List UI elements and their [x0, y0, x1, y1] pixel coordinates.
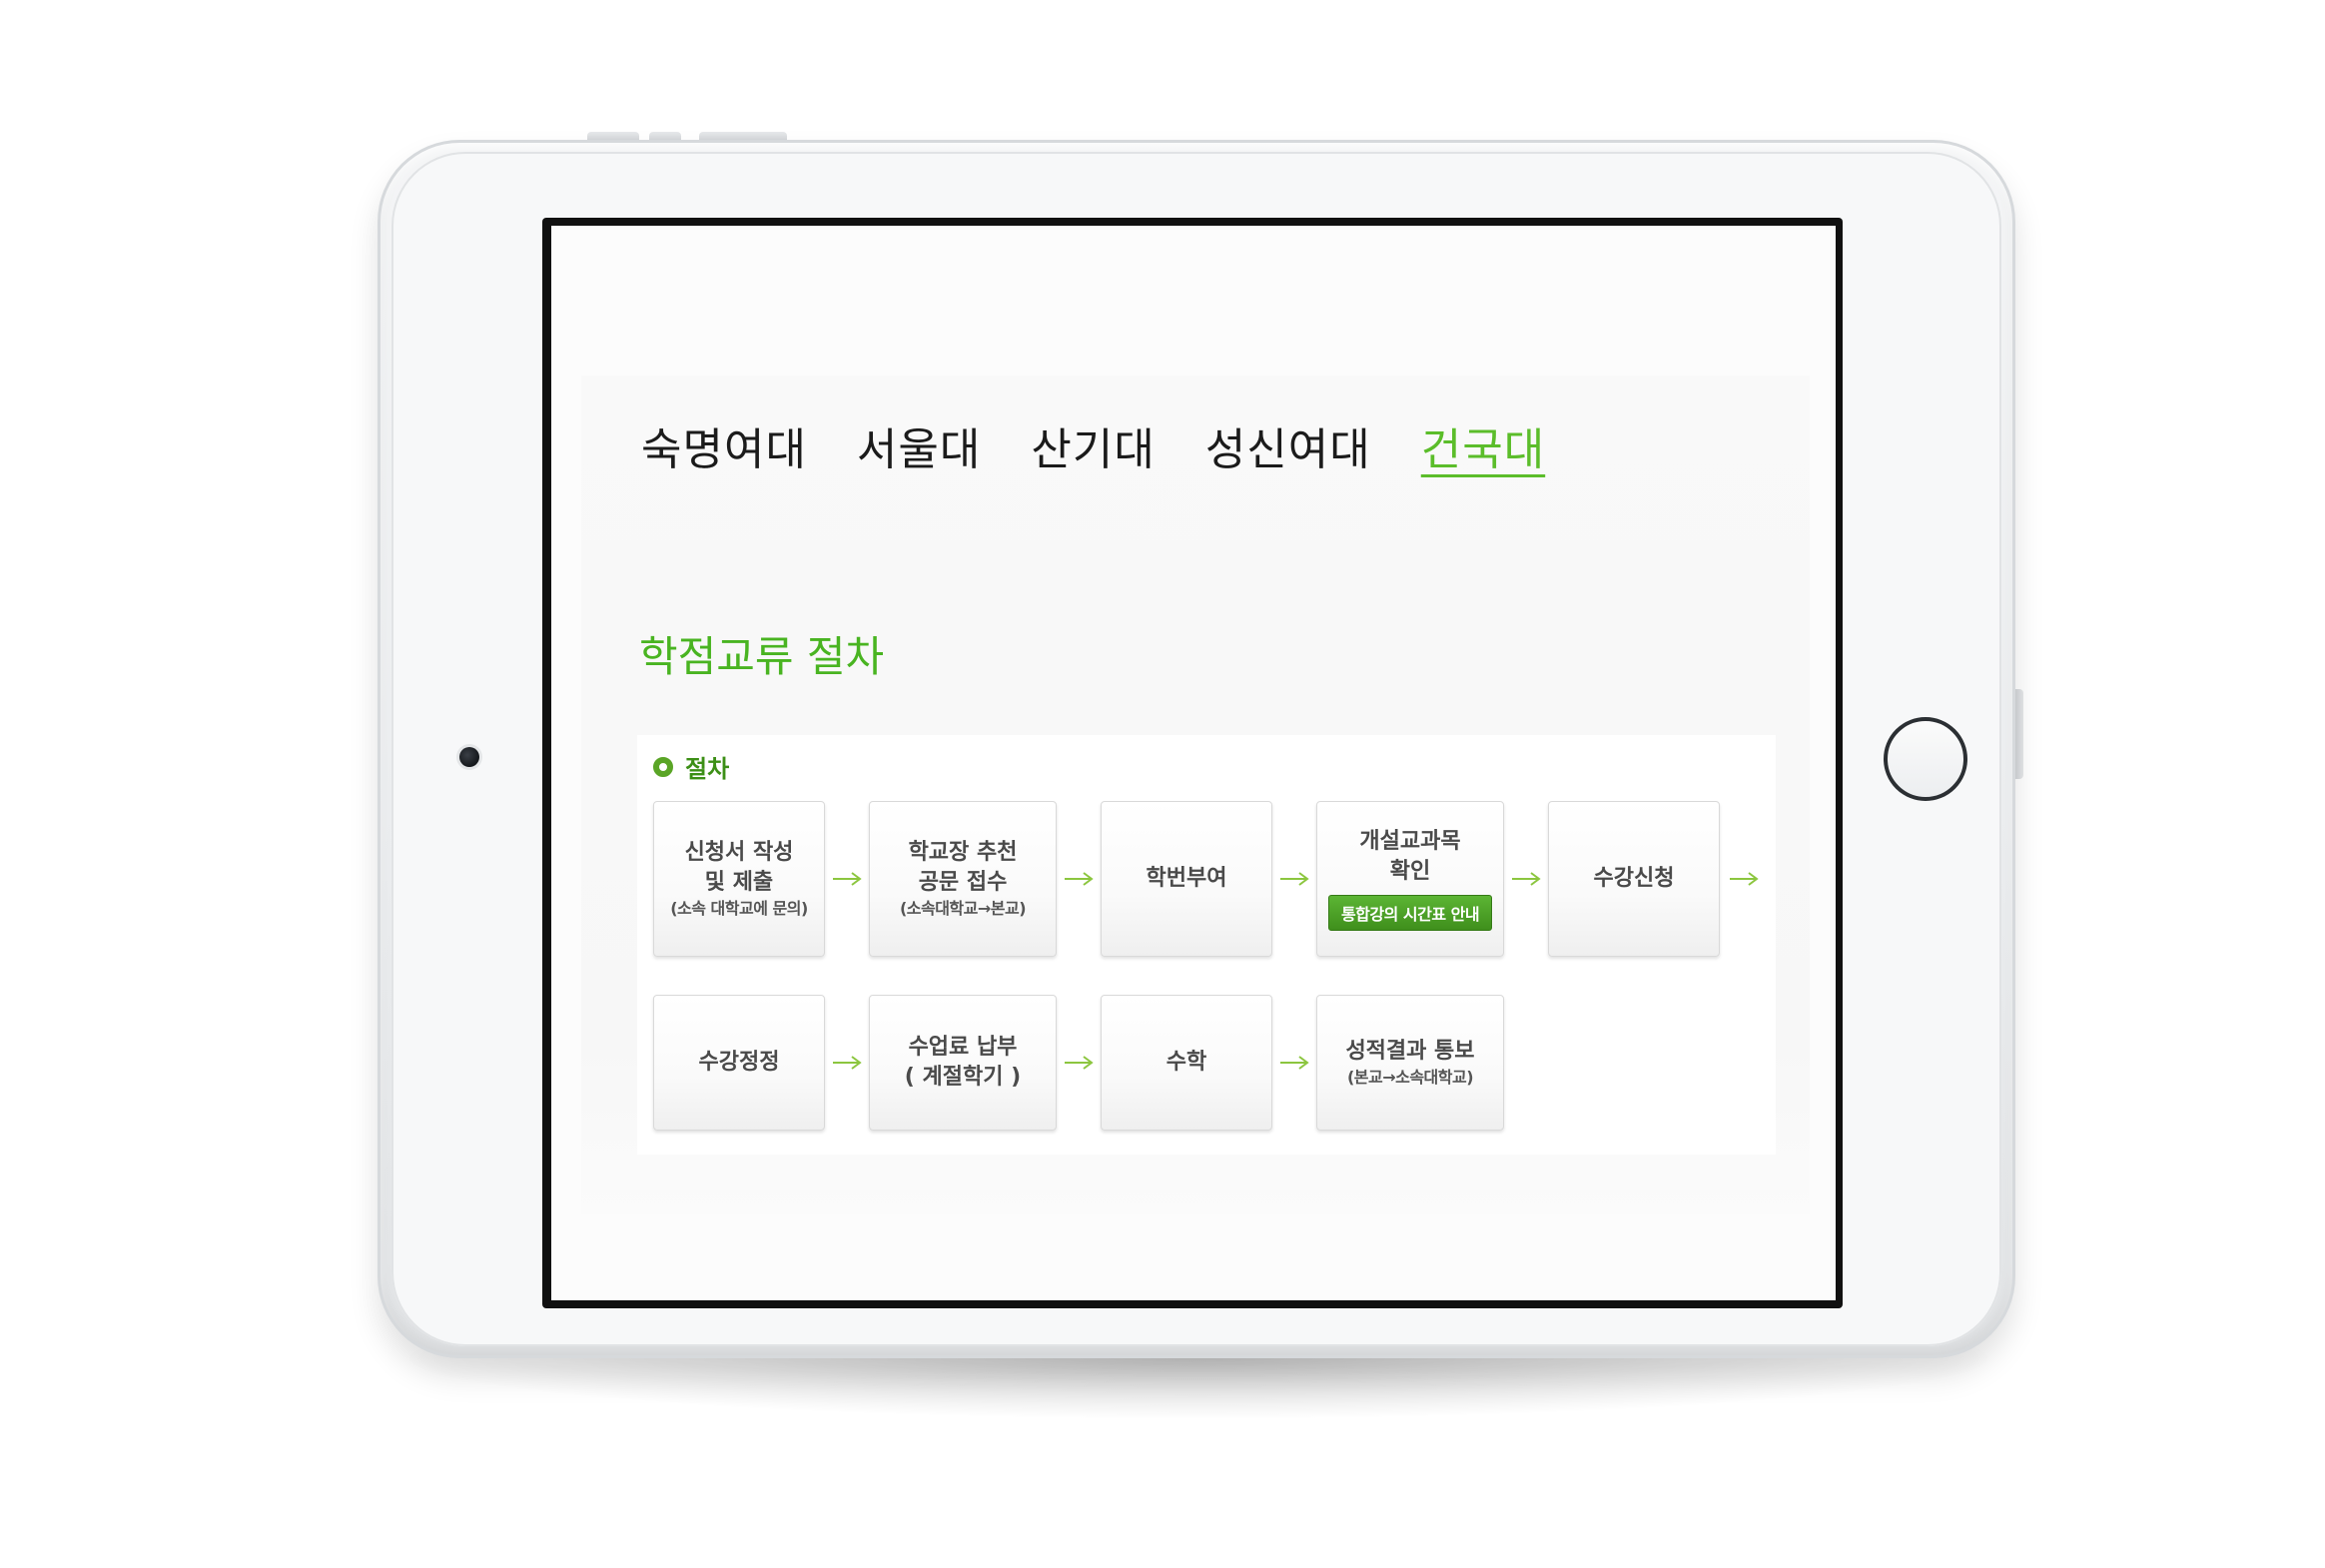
university-tabs: 숙명여대 서울대 산기대 성신여대 건국대: [641, 413, 1545, 477]
step-label: ( 계절학기 ): [904, 1065, 1022, 1090]
step-label: 수강정정: [698, 1050, 780, 1075]
step-label: 수학: [1165, 1050, 1207, 1075]
arrow-right-icon: [833, 872, 863, 886]
step-registration: 수강신청: [1548, 801, 1720, 957]
step-registration-change: 수강정정: [653, 995, 825, 1131]
stage: 숙명여대 서울대 산기대 성신여대 건국대 학점교류 절차 절차 신청서 작성 …: [0, 0, 2325, 1568]
home-button[interactable]: [1884, 717, 1967, 801]
step-student-id: 학번부여: [1101, 801, 1272, 957]
arrow-right-icon: [1730, 872, 1760, 886]
arrow-right-icon: [1065, 872, 1095, 886]
step-label: 수업료 납부: [908, 1035, 1018, 1060]
arrow-right-icon: [1280, 1056, 1310, 1070]
timetable-guide-button[interactable]: 통합강의 시간표 안내: [1327, 895, 1493, 931]
step-label: 확인: [1389, 859, 1431, 884]
arrow-right-icon: [1280, 872, 1310, 886]
procedure-header: 절차: [653, 749, 729, 784]
screen: 숙명여대 서울대 산기대 성신여대 건국대 학점교류 절차 절차 신청서 작성 …: [551, 226, 1836, 1300]
tab-sungshin[interactable]: 성신여대: [1205, 413, 1371, 477]
step-label: 공문 접수: [918, 870, 1008, 895]
step-note: (소속대학교→본교): [899, 899, 1027, 918]
step-course-check: 개설교과목 확인 통합강의 시간표 안내: [1316, 801, 1504, 957]
arrow-right-icon: [1065, 1056, 1095, 1070]
step-label: 학교장 추천: [908, 840, 1018, 865]
step-label: 개설교과목: [1359, 829, 1461, 854]
procedure-title: 절차: [685, 755, 730, 783]
tab-kpu[interactable]: 산기대: [1031, 413, 1155, 477]
arrow-right-icon: [833, 1056, 863, 1070]
step-grade-report: 성적결과 통보 (본교→소속대학교): [1316, 995, 1504, 1131]
page-title: 학점교류 절차: [639, 632, 885, 681]
step-recommendation: 학교장 추천 공문 접수 (소속대학교→본교): [869, 801, 1057, 957]
step-note: (소속 대학교에 문의): [670, 899, 808, 918]
step-label: 수강신청: [1593, 866, 1675, 891]
step-application: 신청서 작성 및 제출 (소속 대학교에 문의): [653, 801, 825, 957]
step-tuition: 수업료 납부 ( 계절학기 ): [869, 995, 1057, 1131]
step-note: (본교→소속대학교): [1346, 1068, 1474, 1087]
arrow-right-icon: [1512, 872, 1542, 886]
procedure-panel: 절차 신청서 작성 및 제출 (소속 대학교에 문의) 학교장 추천 공문 접수…: [637, 735, 1776, 1155]
step-label: 신청서 작성: [684, 840, 794, 865]
tab-konkuk[interactable]: 건국대: [1421, 413, 1545, 477]
tab-sookmyung[interactable]: 숙명여대: [641, 413, 807, 477]
tab-snu[interactable]: 서울대: [857, 413, 981, 477]
circle-bullet-icon: [653, 756, 673, 777]
step-label: 학번부여: [1146, 866, 1227, 891]
step-label: 성적결과 통보: [1345, 1039, 1475, 1064]
step-study: 수학: [1101, 995, 1272, 1131]
camera-icon: [459, 747, 479, 767]
step-label: 및 제출: [704, 870, 774, 895]
